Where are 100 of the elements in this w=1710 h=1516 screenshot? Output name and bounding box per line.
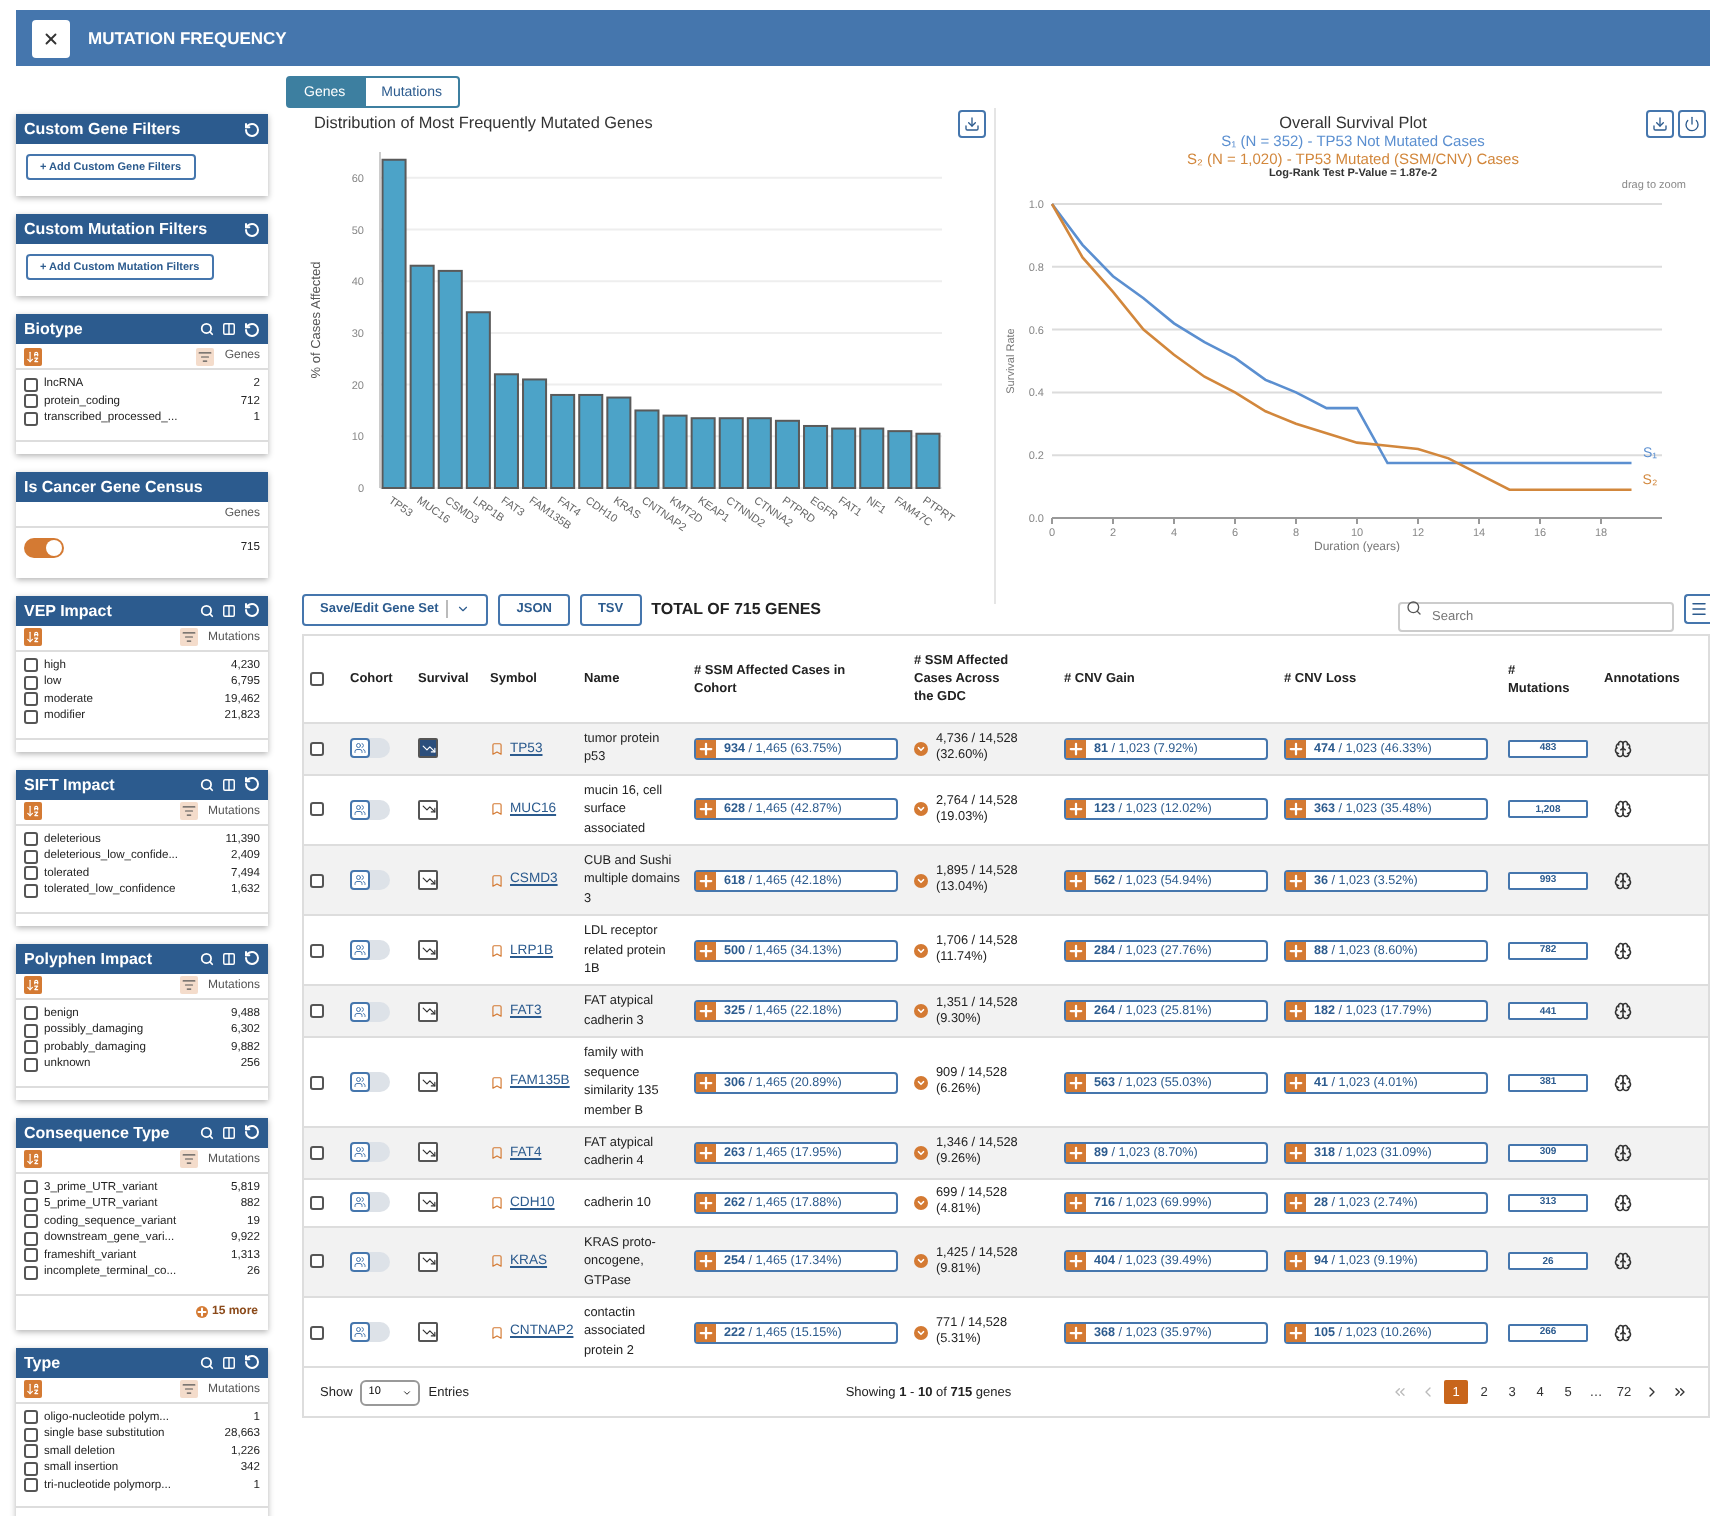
checkbox[interactable] (24, 883, 38, 898)
reset-icon[interactable] (244, 950, 260, 966)
checkbox[interactable] (310, 1325, 324, 1340)
columns-icon[interactable] (222, 603, 236, 617)
brain-icon[interactable] (1614, 871, 1632, 890)
bar[interactable] (522, 378, 548, 489)
bar[interactable] (606, 396, 632, 489)
expand-icon[interactable] (914, 741, 928, 756)
reset-icon[interactable] (244, 221, 260, 237)
bar[interactable] (887, 430, 913, 489)
download-button[interactable] (958, 110, 986, 138)
survival-button[interactable] (418, 1322, 438, 1343)
checkbox[interactable] (24, 1023, 38, 1038)
bar[interactable] (746, 417, 772, 489)
checkbox[interactable] (310, 943, 324, 958)
sort-count-icon[interactable] (179, 976, 198, 994)
brain-icon[interactable] (1614, 1323, 1632, 1342)
bar[interactable] (409, 264, 435, 489)
bar[interactable] (465, 311, 491, 489)
survival-button[interactable] (418, 1142, 438, 1163)
sort-alpha-icon[interactable] (24, 976, 42, 994)
checkbox[interactable] (24, 1040, 38, 1055)
sort-count-icon[interactable] (179, 628, 198, 646)
brain-icon[interactable] (1614, 1193, 1632, 1212)
expand-icon[interactable] (914, 943, 928, 958)
reset-icon[interactable] (244, 1124, 260, 1140)
survival-button[interactable] (418, 1251, 438, 1272)
expand-icon[interactable] (914, 802, 928, 817)
checkbox[interactable] (310, 802, 324, 817)
expand-icon[interactable] (914, 1254, 928, 1269)
cohort-toggle[interactable] (350, 1322, 390, 1343)
checkbox[interactable] (24, 1427, 38, 1442)
search-icon[interactable] (200, 951, 214, 965)
checkbox[interactable] (24, 692, 38, 707)
brain-icon[interactable] (1614, 1073, 1632, 1092)
bar[interactable] (634, 409, 660, 489)
reset-icon[interactable] (244, 602, 260, 618)
sort-alpha-icon[interactable] (24, 802, 42, 820)
reset-icon[interactable] (244, 1354, 260, 1370)
brain-icon[interactable] (1614, 1252, 1632, 1271)
menu-button[interactable] (1684, 594, 1710, 624)
cohort-toggle[interactable] (350, 738, 390, 759)
checkbox[interactable] (310, 1254, 324, 1269)
checkbox[interactable] (310, 1145, 324, 1160)
checkbox[interactable] (24, 1231, 38, 1246)
search-icon[interactable] (200, 1125, 214, 1139)
brain-icon[interactable] (1614, 941, 1632, 960)
cohort-toggle[interactable] (350, 1001, 390, 1022)
checkbox[interactable] (310, 1195, 324, 1210)
reset-icon[interactable] (244, 776, 260, 792)
checkbox[interactable] (24, 832, 38, 847)
checkbox[interactable] (24, 394, 38, 409)
columns-icon[interactable] (222, 322, 236, 336)
cohort-toggle[interactable] (350, 870, 390, 891)
checkbox[interactable] (310, 1075, 324, 1090)
bar[interactable] (493, 373, 519, 489)
expand-icon[interactable] (914, 1195, 928, 1210)
checkbox[interactable] (310, 873, 324, 888)
sort-alpha-icon[interactable] (24, 1150, 42, 1168)
columns-icon[interactable] (222, 951, 236, 965)
sort-count-icon[interactable] (179, 1380, 198, 1398)
sort-count-icon[interactable] (179, 802, 198, 820)
cohort-toggle[interactable] (350, 1072, 390, 1093)
survival-button[interactable] (418, 1192, 438, 1213)
expand-icon[interactable] (914, 873, 928, 888)
sort-alpha-icon[interactable] (24, 1380, 42, 1398)
survival-button[interactable] (418, 870, 438, 891)
expand-icon[interactable] (914, 1325, 928, 1340)
expand-icon[interactable] (914, 1145, 928, 1160)
search-icon[interactable] (200, 322, 214, 336)
checkbox[interactable] (24, 1461, 38, 1476)
bar[interactable] (381, 158, 407, 489)
survival-button[interactable] (418, 1072, 438, 1093)
download-button[interactable] (1646, 110, 1674, 138)
reset-button[interactable] (1678, 110, 1706, 138)
sort-count-icon[interactable] (179, 1150, 198, 1168)
checkbox[interactable] (24, 377, 38, 392)
columns-icon[interactable] (222, 777, 236, 791)
expand-icon[interactable] (914, 1075, 928, 1090)
cohort-toggle[interactable] (350, 1142, 390, 1163)
bar[interactable] (831, 427, 857, 489)
cohort-toggle[interactable] (350, 799, 390, 820)
checkbox[interactable] (24, 675, 38, 690)
checkbox[interactable] (24, 709, 38, 724)
search-icon[interactable] (200, 777, 214, 791)
checkbox[interactable] (24, 1265, 38, 1280)
checkbox[interactable] (24, 411, 38, 426)
checkbox[interactable] (310, 741, 324, 756)
search-icon[interactable] (200, 1355, 214, 1369)
bar[interactable] (437, 269, 463, 489)
close-button[interactable] (32, 19, 70, 57)
cohort-toggle[interactable] (350, 1192, 390, 1213)
sort-count-icon[interactable] (196, 347, 215, 365)
search-icon[interactable] (200, 603, 214, 617)
checkbox[interactable] (24, 1478, 38, 1493)
bar[interactable] (690, 417, 716, 489)
bar[interactable] (803, 424, 829, 489)
expand-icon[interactable] (914, 1004, 928, 1019)
checkbox[interactable] (24, 1057, 38, 1072)
brain-icon[interactable] (1614, 800, 1632, 819)
